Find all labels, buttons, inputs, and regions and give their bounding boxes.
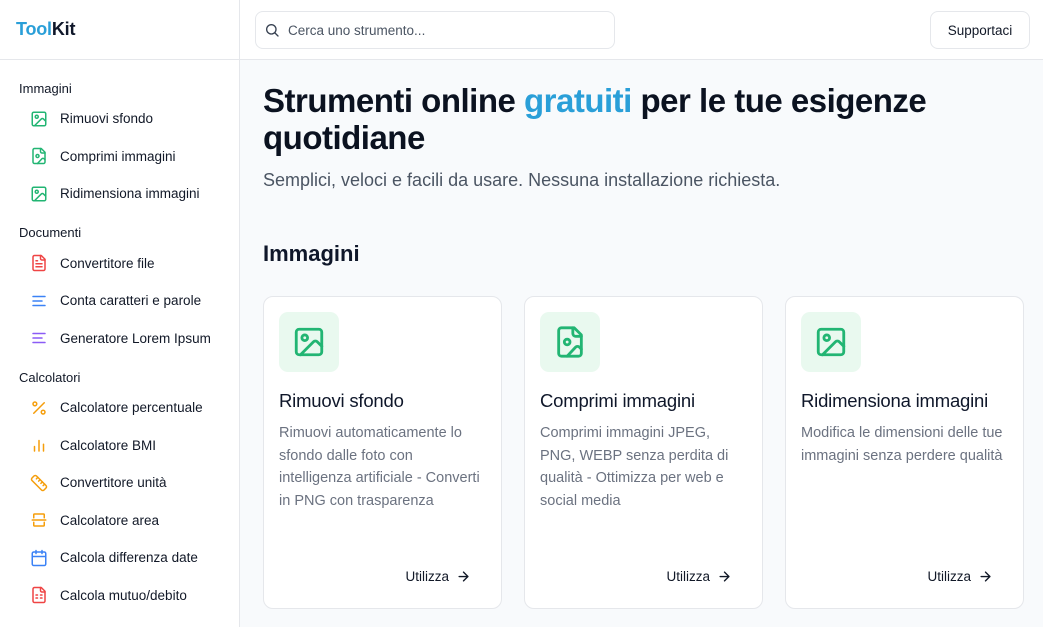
use-label: Utilizza — [927, 569, 971, 584]
sidebar-item-rimuovi-sfondo[interactable]: Rimuovi sfondo — [0, 100, 239, 138]
use-link[interactable]: Utilizza — [666, 569, 732, 584]
sidebar-item-conta-caratteri[interactable]: Conta caratteri e parole — [0, 282, 239, 320]
support-button[interactable]: Supportaci — [930, 11, 1030, 49]
section-title-immagini: Immagini — [19, 80, 72, 96]
arrow-right-icon — [717, 569, 732, 584]
file-image-icon — [30, 147, 48, 165]
sidebar-item-convertitore-unita[interactable]: Convertitore unità — [0, 464, 239, 502]
logo-kit: Kit — [51, 19, 76, 39]
use-label: Utilizza — [405, 569, 449, 584]
card-title: Comprimi immagini — [540, 390, 695, 411]
card-title: Rimuovi sfondo — [279, 390, 404, 411]
area-icon — [30, 511, 48, 529]
sidebar-item-comprimi-immagini[interactable]: Comprimi immagini — [0, 138, 239, 176]
search-icon — [264, 22, 280, 38]
sidebar-item-calcolatore-bmi[interactable]: Calcolatore BMI — [0, 427, 239, 465]
use-link[interactable]: Utilizza — [405, 569, 471, 584]
logo-tool: Tool — [16, 19, 52, 39]
title-part-1: Strumenti online — [263, 82, 525, 119]
percent-icon — [30, 399, 48, 417]
main-content: Strumenti online gratuiti per le tue esi… — [263, 60, 1043, 609]
sidebar-item-label: Calcola mutuo/debito — [60, 587, 187, 603]
sidebar-item-label: Conta caratteri e parole — [60, 293, 202, 309]
title-accent: gratuiti — [524, 82, 632, 119]
page-subtitle: Semplici, veloci e facili da usare. Ness… — [263, 170, 781, 190]
section-title-calcolatori: Calcolatori — [19, 369, 81, 385]
image-icon — [30, 185, 48, 203]
sidebar-item-label: Calcolatore BMI — [60, 437, 157, 453]
logo[interactable]: ToolKit — [16, 19, 75, 40]
bar-chart-icon — [30, 436, 48, 454]
calculator-file-icon — [30, 586, 48, 604]
file-image-icon — [540, 312, 600, 372]
card-description: Rimuovi automaticamente lo sfondo dalle … — [279, 425, 480, 509]
card-description: Modifica le dimensioni delle tue immagin… — [801, 425, 1003, 464]
sidebar-item-label: Calcola differenza date — [60, 550, 198, 566]
ruler-icon — [30, 474, 48, 492]
sidebar-item-lorem-ipsum[interactable]: Generatore Lorem Ipsum — [0, 320, 239, 358]
section-title-documenti: Documenti — [19, 225, 82, 240]
sidebar-item-label: Rimuovi sfondo — [60, 111, 154, 127]
sidebar-item-label: Comprimi immagini — [60, 148, 176, 164]
sidebar-nav: Immagini Rimuovi sfondo Comprimi immagin… — [0, 60, 239, 614]
sidebar-item-mutuo-debito[interactable]: Calcola mutuo/debito — [0, 577, 239, 615]
sidebar-item-calcolatore-percentuale[interactable]: Calcolatore percentuale — [0, 389, 239, 427]
image-icon — [801, 312, 861, 372]
sidebar-item-calcolatore-area[interactable]: Calcolatore area — [0, 502, 239, 540]
arrow-right-icon — [978, 569, 993, 584]
arrow-right-icon — [456, 569, 471, 584]
top-bar: Supportaci — [240, 0, 1043, 60]
category-title: Immagini — [263, 241, 360, 266]
image-icon — [279, 312, 339, 372]
card-title: Ridimensiona immagini — [801, 390, 989, 411]
sidebar: ToolKit Immagini Rimuovi sfondo Comprimi… — [0, 0, 240, 627]
file-text-icon — [30, 254, 48, 272]
logo-bar: ToolKit — [0, 0, 239, 60]
card-description: Comprimi immagini JPEG, PNG, WEBP senza … — [540, 425, 729, 509]
text-lines-icon — [30, 292, 48, 310]
sidebar-item-convertitore-file[interactable]: Convertitore file — [0, 245, 239, 283]
tool-card-ridimensiona-immagini[interactable]: Ridimensiona immagini Modifica le dimens… — [785, 296, 1024, 609]
search-box[interactable] — [255, 11, 615, 49]
calendar-icon — [30, 549, 48, 567]
use-link[interactable]: Utilizza — [927, 569, 993, 584]
tool-cards: Rimuovi sfondo Rimuovi automaticamente l… — [263, 296, 1043, 609]
sidebar-item-ridimensiona-immagini[interactable]: Ridimensiona immagini — [0, 175, 239, 213]
tool-card-rimuovi-sfondo[interactable]: Rimuovi sfondo Rimuovi automaticamente l… — [263, 296, 502, 609]
use-label: Utilizza — [666, 569, 710, 584]
sidebar-item-differenza-date[interactable]: Calcola differenza date — [0, 539, 239, 577]
sidebar-item-label: Calcolatore percentuale — [60, 400, 203, 416]
sidebar-item-label: Generatore Lorem Ipsum — [60, 330, 211, 346]
tool-card-comprimi-immagini[interactable]: Comprimi immagini Comprimi immagini JPEG… — [524, 296, 763, 609]
page-title: Strumenti online gratuiti per le tue esi… — [263, 82, 1023, 156]
sidebar-item-label: Convertitore file — [60, 255, 155, 271]
image-icon — [30, 110, 48, 128]
sidebar-item-label: Calcolatore area — [60, 512, 160, 528]
sidebar-item-label: Ridimensiona immagini — [60, 186, 200, 202]
text-lines-icon — [30, 329, 48, 347]
search-input[interactable] — [288, 22, 588, 38]
sidebar-item-label: Convertitore unità — [60, 475, 167, 491]
